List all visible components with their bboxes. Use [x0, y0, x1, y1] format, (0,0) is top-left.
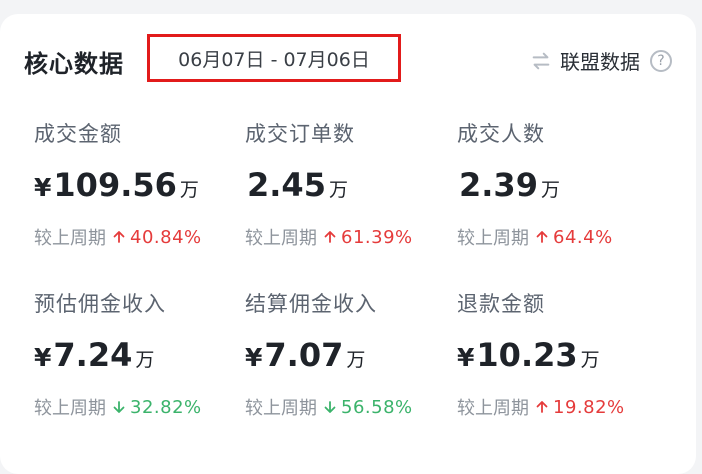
metric-gmv: 成交金额 ¥ 109.56 万 较上周期 40.84%: [34, 118, 244, 250]
compare-label: 较上周期: [457, 228, 529, 249]
metric-unit: 万: [135, 349, 155, 371]
help-icon[interactable]: ?: [650, 49, 672, 72]
metric-value: ¥ 10.23 万: [457, 336, 667, 374]
metric-compare: 较上周期 64.4%: [457, 224, 667, 250]
metric-unit: 万: [346, 349, 366, 371]
currency-symbol: ¥: [34, 173, 52, 202]
alliance-data-toggle[interactable]: 联盟数据 ?: [530, 46, 672, 75]
metric-orders: 成交订单数 2.45 万 较上周期 61.39%: [245, 118, 455, 250]
arrow-down-icon: [324, 401, 336, 413]
arrow-up-icon: [536, 231, 548, 243]
metric-number: 2.39: [459, 166, 538, 204]
change-percent: 19.82%: [553, 396, 625, 418]
metric-compare: 较上周期 61.39%: [245, 224, 455, 250]
metric-estimated-commission: 预估佣金收入 ¥ 7.24 万 较上周期 32.82%: [34, 288, 244, 420]
metric-label: 结算佣金收入: [245, 292, 377, 316]
metric-value: 2.45 万: [245, 166, 455, 204]
metric-number: 10.23: [476, 336, 578, 374]
metric-label: 退款金额: [457, 292, 545, 316]
metric-compare: 较上周期 19.82%: [457, 394, 667, 420]
compare-label: 较上周期: [457, 398, 529, 419]
metric-label: 成交订单数: [245, 122, 355, 146]
metric-number: 2.45: [247, 166, 326, 204]
change-percent: 61.39%: [341, 226, 413, 248]
metric-unit: 万: [540, 179, 560, 201]
swap-icon: [532, 52, 550, 69]
metric-number: 7.24: [53, 336, 133, 374]
change-percent: 32.82%: [130, 396, 202, 418]
metric-value: ¥ 7.07 万: [245, 336, 455, 374]
metric-unit: 万: [328, 179, 348, 201]
metric-value: ¥ 109.56 万: [34, 166, 244, 204]
metric-number: 7.07: [264, 336, 344, 374]
compare-label: 较上周期: [245, 228, 317, 249]
compare-label: 较上周期: [34, 398, 106, 419]
alliance-data-label: 联盟数据: [560, 50, 640, 74]
section-title: 核心数据: [24, 50, 124, 78]
date-range-text: 06月07日 - 07月06日: [178, 48, 370, 71]
metric-refund: 退款金额 ¥ 10.23 万 较上周期 19.82%: [457, 288, 667, 420]
change-percent: 56.58%: [341, 396, 413, 418]
arrow-up-icon: [113, 231, 125, 243]
metric-label: 成交人数: [457, 122, 545, 146]
metric-buyers: 成交人数 2.39 万 较上周期 64.4%: [457, 118, 667, 250]
date-range-selector[interactable]: 06月07日 - 07月06日: [147, 34, 401, 82]
metric-value: ¥ 7.24 万: [34, 336, 244, 374]
arrow-up-icon: [324, 231, 336, 243]
compare-label: 较上周期: [245, 398, 317, 419]
currency-symbol: ¥: [34, 343, 52, 372]
currency-symbol: ¥: [245, 343, 263, 372]
metric-label: 成交金额: [34, 122, 122, 146]
metric-compare: 较上周期 56.58%: [245, 394, 455, 420]
change-percent: 64.4%: [553, 226, 613, 248]
metric-unit: 万: [179, 179, 199, 201]
metric-settled-commission: 结算佣金收入 ¥ 7.07 万 较上周期 56.58%: [245, 288, 455, 420]
arrow-down-icon: [113, 401, 125, 413]
metric-label: 预估佣金收入: [34, 292, 166, 316]
compare-label: 较上周期: [34, 228, 106, 249]
metric-compare: 较上周期 32.82%: [34, 394, 244, 420]
metric-compare: 较上周期 40.84%: [34, 224, 244, 250]
metric-unit: 万: [580, 349, 600, 371]
metric-value: 2.39 万: [457, 166, 667, 204]
currency-symbol: ¥: [457, 343, 475, 372]
arrow-up-icon: [536, 401, 548, 413]
change-percent: 40.84%: [130, 226, 202, 248]
metric-number: 109.56: [53, 166, 177, 204]
